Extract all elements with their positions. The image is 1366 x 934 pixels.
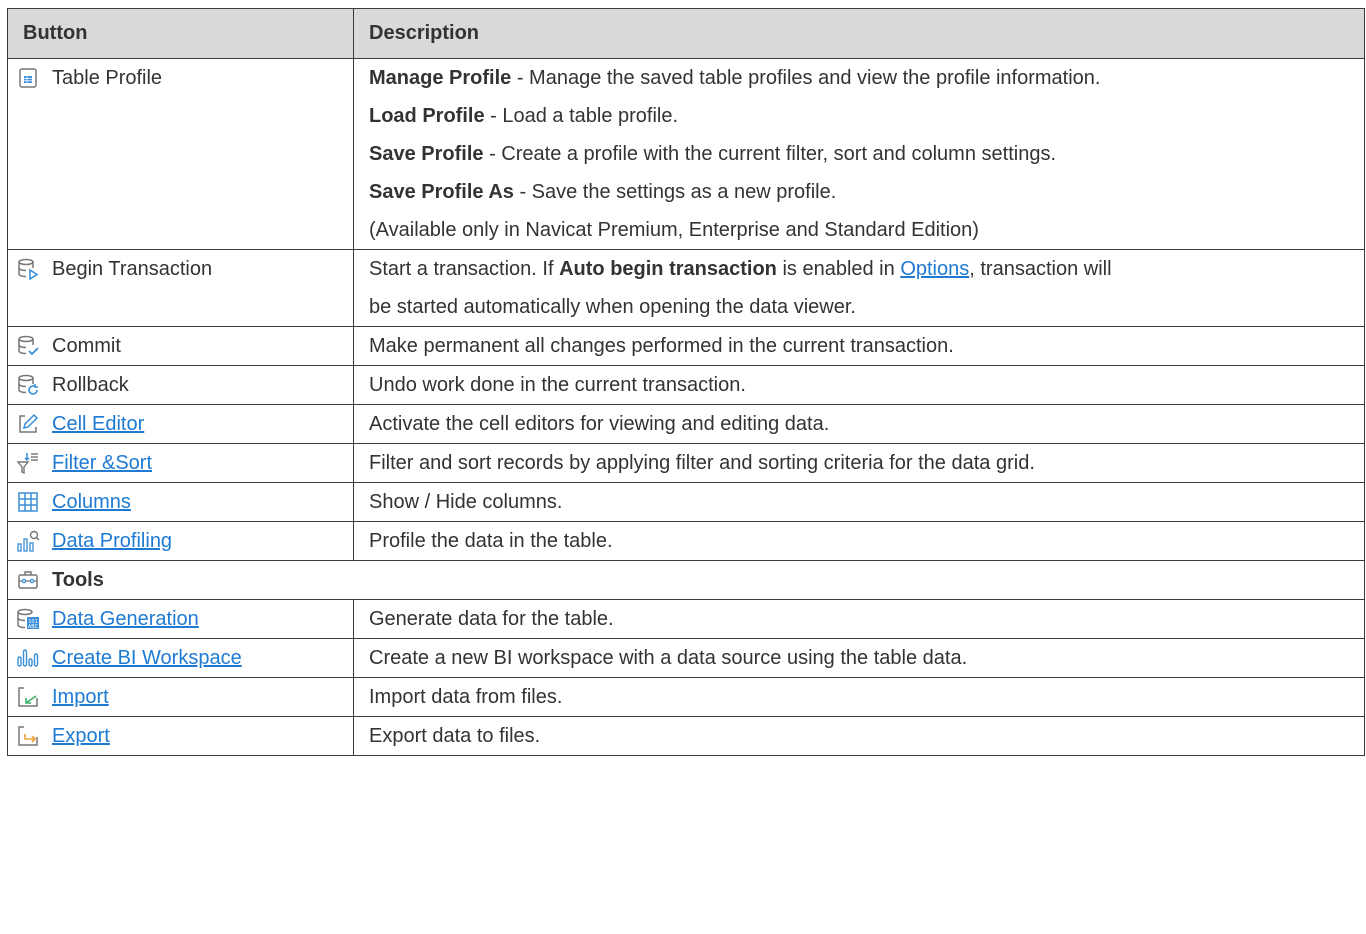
description-cell: Filter and sort records by applying filt… (353, 443, 1365, 483)
bi-workspace-icon (16, 646, 40, 670)
description-cell: Undo work done in the current transactio… (353, 365, 1365, 405)
data-generation-icon: 101 ABC (16, 607, 40, 631)
table-header-row: Button Description (7, 8, 1365, 59)
button-cell: Export (7, 716, 354, 756)
button-cell: Filter &Sort (7, 443, 354, 483)
button-cell: Data Profiling (7, 521, 354, 561)
description-cell: Manage Profile - Manage the saved table … (353, 58, 1365, 250)
header-button: Button (7, 8, 354, 59)
rollback-label: Rollback (52, 373, 129, 396)
description-cell: Create a new BI workspace with a data so… (353, 638, 1365, 678)
button-cell: Columns (7, 482, 354, 522)
filter-sort-icon (16, 451, 40, 475)
button-cell: Begin Transaction (7, 249, 354, 327)
description-cell: Export data to files. (353, 716, 1365, 756)
availability-note: (Available only in Navicat Premium, Ente… (369, 219, 979, 241)
import-icon (16, 685, 40, 709)
tools-section-cell: Tools (7, 560, 1365, 600)
save-profile-line: Save Profile - Create a profile with the… (369, 143, 1056, 165)
commit-label: Commit (52, 334, 121, 357)
rollback-icon (16, 373, 40, 397)
tools-icon (16, 568, 40, 592)
table-row: Cell Editor Activate the cell editors fo… (7, 404, 1365, 444)
cell-editor-icon (16, 412, 40, 436)
button-cell: Commit (7, 326, 354, 366)
save-profile-as-line: Save Profile As - Save the settings as a… (369, 181, 837, 203)
load-profile-line: Load Profile - Load a table profile. (369, 105, 679, 127)
filter-sort-link[interactable]: Filter &Sort (52, 452, 152, 475)
table-row: Data Profiling Profile the data in the t… (7, 521, 1365, 561)
button-cell: Rollback (7, 365, 354, 405)
options-link[interactable]: Options (900, 258, 969, 280)
table-row: Import Import data from files. (7, 677, 1365, 717)
svg-text:ABC: ABC (28, 624, 39, 630)
table-row: Columns Show / Hide columns. (7, 482, 1365, 522)
table-profile-label: Table Profile (52, 66, 163, 89)
description-cell: Profile the data in the table. (353, 521, 1365, 561)
description-cell: Activate the cell editors for viewing an… (353, 404, 1365, 444)
data-generation-link[interactable]: Data Generation (52, 608, 199, 631)
data-profiling-link[interactable]: Data Profiling (52, 530, 172, 553)
table-row: Table Profile Manage Profile - Manage th… (7, 58, 1365, 250)
begin-transaction-label: Begin Transaction (52, 257, 213, 280)
create-bi-workspace-link[interactable]: Create BI Workspace (52, 647, 242, 670)
export-link[interactable]: Export (52, 725, 110, 748)
columns-icon (16, 490, 40, 514)
description-cell: Make permanent all changes performed in … (353, 326, 1365, 366)
cell-editor-link[interactable]: Cell Editor (52, 413, 144, 436)
table-row: Begin Transaction Start a transaction. I… (7, 249, 1365, 327)
description-cell: Start a transaction. If Auto begin trans… (353, 249, 1365, 327)
table-row: Create BI Workspace Create a new BI work… (7, 638, 1365, 678)
table-row: 101 ABC Data Generation Generate data for… (7, 599, 1365, 639)
begin-transaction-icon (16, 257, 40, 281)
table-profile-icon (16, 66, 40, 90)
tools-section-row: Tools (7, 560, 1365, 600)
commit-icon (16, 334, 40, 358)
manage-profile-line: Manage Profile - Manage the saved table … (369, 67, 1101, 89)
columns-link[interactable]: Columns (52, 491, 131, 514)
button-cell: Table Profile (7, 58, 354, 250)
data-profiling-icon (16, 529, 40, 553)
button-cell: 101 ABC Data Generation (7, 599, 354, 639)
description-cell: Generate data for the table. (353, 599, 1365, 639)
button-cell: Cell Editor (7, 404, 354, 444)
table-row: Export Export data to files. (7, 716, 1365, 756)
button-cell: Create BI Workspace (7, 638, 354, 678)
table-row: Rollback Undo work done in the current t… (7, 365, 1365, 405)
button-cell: Import (7, 677, 354, 717)
table-row: Commit Make permanent all changes perfor… (7, 326, 1365, 366)
description-cell: Show / Hide columns. (353, 482, 1365, 522)
export-icon (16, 724, 40, 748)
tools-label: Tools (52, 568, 104, 591)
description-cell: Import data from files. (353, 677, 1365, 717)
header-description: Description (353, 8, 1365, 59)
table-row: Filter &Sort Filter and sort records by … (7, 443, 1365, 483)
button-description-table: Button Description Table Profile Manage … (7, 8, 1365, 756)
import-link[interactable]: Import (52, 686, 109, 709)
